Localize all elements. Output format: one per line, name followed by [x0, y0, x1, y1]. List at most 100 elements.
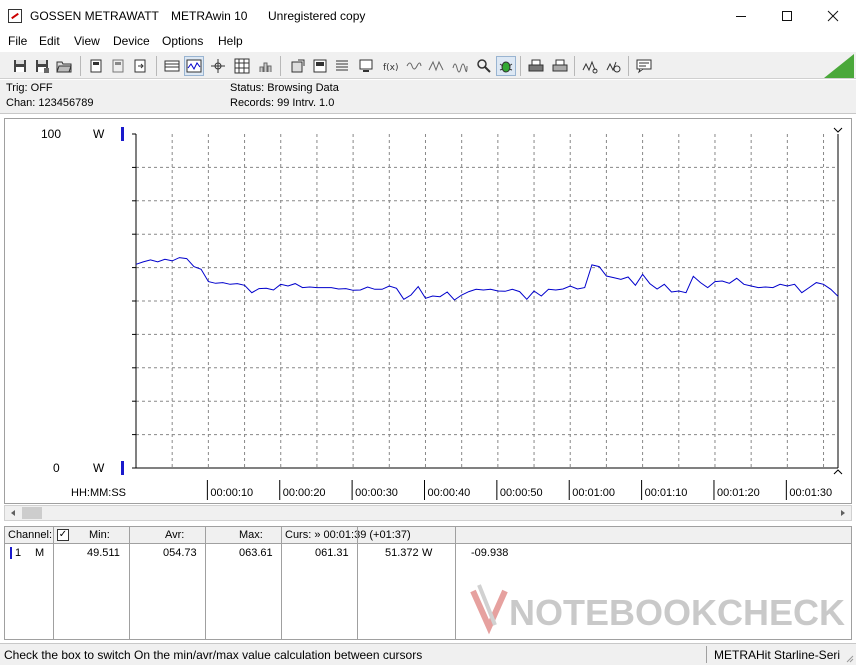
table-view-button[interactable] — [162, 56, 182, 76]
notebookcheck-watermark: NOTEBOOKCHECK — [470, 584, 845, 635]
wave3-button[interactable] — [450, 56, 470, 76]
menu-edit[interactable]: Edit — [39, 34, 60, 48]
measure-icon — [582, 60, 598, 74]
list-button[interactable] — [332, 56, 352, 76]
wave1-button[interactable] — [404, 56, 424, 76]
title-registration: Unregistered copy — [268, 9, 366, 23]
y-min-label: 0 — [53, 461, 60, 475]
printer-setup-button[interactable] — [550, 56, 570, 76]
scroll-right-button[interactable] — [835, 506, 851, 520]
toolbar-separator — [280, 56, 281, 76]
menu-view[interactable]: View — [74, 34, 100, 48]
range-marker-bottom[interactable] — [121, 461, 124, 475]
measure1-button[interactable] — [580, 56, 600, 76]
chevron-right-icon — [841, 510, 845, 516]
x-tick-label: 00:01:10 — [645, 487, 688, 499]
bug-button[interactable] — [496, 56, 516, 76]
table-view-icon — [164, 60, 180, 72]
toolbar: f(x) — [0, 51, 856, 79]
header-channel: Channel: — [8, 529, 53, 541]
close-button[interactable] — [810, 0, 856, 31]
value-unit: W — [422, 547, 433, 559]
cursor-icon — [211, 59, 225, 73]
chevron-left-icon — [11, 510, 15, 516]
chart-scrollbar[interactable] — [4, 505, 852, 521]
histogram-icon — [259, 62, 272, 72]
range-marker-top[interactable] — [121, 127, 124, 141]
toolbar-separator — [156, 56, 157, 76]
wave-icon — [406, 62, 422, 70]
status-corner-icon — [824, 54, 854, 78]
device-read-button[interactable] — [108, 56, 128, 76]
menu-help[interactable]: Help — [218, 34, 243, 48]
save-button[interactable] — [10, 56, 30, 76]
header-avr: Avr: — [165, 529, 185, 541]
x-tick-label: 00:00:40 — [427, 487, 470, 499]
device-button[interactable] — [86, 56, 106, 76]
print-button[interactable] — [526, 56, 546, 76]
zoom-button[interactable] — [474, 56, 494, 76]
zoom-icon — [477, 59, 491, 73]
header-max: Max: — [239, 529, 263, 541]
scroll-thumb[interactable] — [22, 507, 42, 519]
minmax-checkbox[interactable]: ✓ — [57, 529, 69, 541]
grid-button[interactable] — [232, 56, 252, 76]
x-tick-label: 00:00:10 — [210, 487, 253, 499]
records-status: Records: 99 Intrv. 1.0 — [230, 97, 335, 109]
chart-panel[interactable]: 100 W 0 W HH:MM:SS 00:00:10 00:00:20 00:00:30 00… — [4, 118, 852, 504]
cursor-button[interactable] — [208, 56, 228, 76]
toolbar-separator — [628, 56, 629, 76]
wave2-button[interactable] — [426, 56, 446, 76]
title-brand: GOSSEN METRAWATT — [30, 9, 159, 23]
scroll-left-button[interactable] — [5, 506, 21, 520]
save-as-button[interactable] — [32, 56, 52, 76]
x-tick-label: 00:01:20 — [717, 487, 760, 499]
toolbar-separator — [574, 56, 575, 76]
watermark-text: NOTEBOOKCHECK — [509, 592, 845, 633]
app-icon[interactable] — [8, 9, 22, 23]
grid-icon — [234, 58, 250, 74]
device-send-button[interactable] — [130, 56, 150, 76]
minimize-icon — [736, 15, 746, 17]
histogram-button[interactable] — [256, 56, 276, 76]
export-button[interactable] — [288, 56, 308, 76]
column-divider — [205, 527, 206, 639]
channel-number[interactable]: 1 — [15, 547, 21, 559]
comment-icon — [636, 59, 652, 74]
measure-icon — [606, 61, 621, 73]
cursor-top-marker[interactable] — [833, 127, 843, 133]
value-delta: -09.938 — [471, 547, 509, 559]
x-axis-label: HH:MM:SS — [71, 487, 126, 499]
column-divider — [281, 527, 282, 639]
graph-view-button[interactable] — [184, 56, 204, 76]
open-button[interactable] — [54, 56, 74, 76]
menu-file[interactable]: File — [8, 34, 27, 48]
comment-button[interactable] — [634, 56, 654, 76]
y-unit-top: W — [93, 127, 105, 141]
x-tick-label: 00:01:00 — [572, 487, 615, 499]
cursor-bottom-marker[interactable] — [833, 469, 843, 475]
channel-mode: M — [35, 547, 45, 559]
printer-icon — [552, 59, 568, 72]
x-tick-label: 00:00:20 — [283, 487, 326, 499]
save-as-icon — [36, 60, 49, 73]
graph-view-icon — [186, 59, 202, 73]
maximize-button[interactable] — [764, 0, 810, 31]
value-min: 49.511 — [87, 547, 120, 559]
status-bar: Check the box to switch On the min/avr/m… — [0, 643, 856, 665]
measure2-button[interactable] — [604, 56, 624, 76]
menu-options[interactable]: Options — [162, 34, 203, 48]
monitor-button[interactable] — [356, 56, 376, 76]
function-button[interactable]: f(x) — [380, 56, 400, 76]
menu-device[interactable]: Device — [113, 34, 150, 48]
export-icon — [291, 59, 305, 73]
minimize-button[interactable] — [718, 0, 764, 31]
open-folder-icon — [56, 61, 72, 73]
column-divider — [357, 527, 358, 639]
list-icon — [336, 60, 348, 71]
print-preview-button[interactable] — [310, 56, 330, 76]
close-icon — [827, 10, 839, 21]
x-tick-label: 00:00:50 — [500, 487, 543, 499]
power-chart[interactable]: 100 W 0 W HH:MM:SS 00:00:10 00:00:20 00:00:30 00… — [5, 119, 851, 503]
resize-grip-icon[interactable] — [844, 653, 854, 663]
